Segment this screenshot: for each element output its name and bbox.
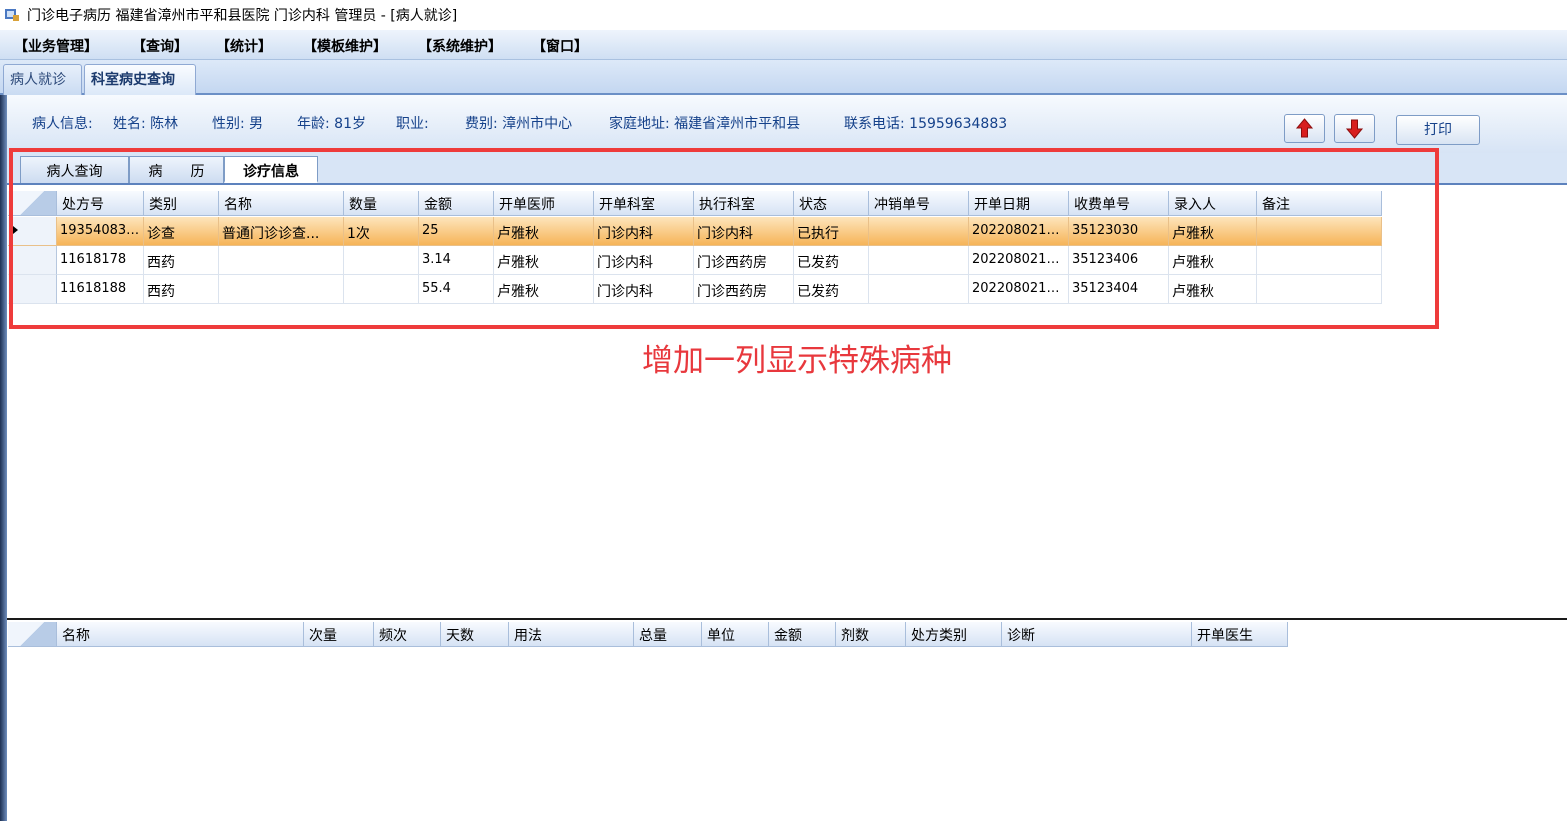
patient-info-panel: 病人信息: 姓名: 陈林 性别: 男 年龄: 81岁 职业: 费别: 漳州市中心… bbox=[7, 95, 1567, 153]
grid2-header-4[interactable]: 用法 bbox=[509, 622, 634, 647]
grid2-header-3[interactable]: 天数 bbox=[441, 622, 509, 647]
grid2-header-11[interactable]: 开单医生 bbox=[1192, 622, 1288, 647]
up-arrow-icon bbox=[1295, 118, 1314, 138]
grid-corner[interactable] bbox=[8, 622, 57, 647]
patient-sex: 性别: 男 bbox=[212, 116, 264, 132]
grid2-header-6[interactable]: 单位 bbox=[702, 622, 769, 647]
patient-name: 姓名: 陈林 bbox=[113, 116, 179, 132]
print-button[interactable]: 打印 bbox=[1396, 115, 1480, 145]
grid2-header-9[interactable]: 处方类别 bbox=[906, 622, 1002, 647]
menu-window[interactable]: 【窗口】 bbox=[532, 36, 588, 56]
grid2-header-10[interactable]: 诊断 bbox=[1002, 622, 1192, 647]
title-bar: 门诊电子病历 福建省漳州市平和县医院 门诊内科 管理员 - [病人就诊] bbox=[0, 0, 1567, 30]
window-title: 门诊电子病历 福建省漳州市平和县医院 门诊内科 管理员 - [病人就诊] bbox=[27, 8, 458, 24]
document-tabs: 病人就诊 科室病史查询 bbox=[0, 60, 1567, 95]
menu-query[interactable]: 【查询】 bbox=[132, 36, 188, 56]
menu-statistics[interactable]: 【统计】 bbox=[216, 36, 272, 56]
annotation-text: 增加一列显示特殊病种 bbox=[642, 343, 952, 379]
down-arrow-icon bbox=[1345, 119, 1364, 139]
move-down-button[interactable] bbox=[1334, 114, 1375, 143]
left-edge bbox=[0, 95, 7, 821]
patient-age: 年龄: 81岁 bbox=[297, 116, 366, 132]
annotation-box bbox=[9, 148, 1439, 329]
grid2-header-7[interactable]: 金额 bbox=[769, 622, 836, 647]
tab-dept-history[interactable]: 科室病史查询 bbox=[84, 64, 196, 95]
patient-info-label: 病人信息: bbox=[32, 116, 93, 132]
menu-system[interactable]: 【系统维护】 bbox=[418, 36, 502, 56]
patient-address: 家庭地址: 福建省漳州市平和县 bbox=[609, 116, 801, 132]
menu-template[interactable]: 【模板维护】 bbox=[303, 36, 387, 56]
tab-patient-visit[interactable]: 病人就诊 bbox=[3, 64, 82, 95]
grid2-header-0[interactable]: 名称 bbox=[57, 622, 304, 647]
splitter[interactable] bbox=[7, 618, 1567, 620]
grid2-header-5[interactable]: 总量 bbox=[634, 622, 702, 647]
menu-bar: 【业务管理】 【查询】 【统计】 【模板维护】 【系统维护】 【窗口】 bbox=[0, 30, 1567, 60]
move-up-button[interactable] bbox=[1284, 114, 1325, 143]
grid2-header-8[interactable]: 剂数 bbox=[836, 622, 906, 647]
app-icon bbox=[5, 9, 19, 21]
menu-business[interactable]: 【业务管理】 bbox=[14, 36, 98, 56]
patient-occupation: 职业: bbox=[396, 116, 429, 132]
grid2-header-1[interactable]: 次量 bbox=[304, 622, 374, 647]
grid2-header-2[interactable]: 频次 bbox=[374, 622, 441, 647]
patient-phone: 联系电话: 15959634883 bbox=[844, 116, 1008, 132]
patient-fee-type: 费别: 漳州市中心 bbox=[465, 116, 573, 132]
main-window: 门诊电子病历 福建省漳州市平和县医院 门诊内科 管理员 - [病人就诊] 【业务… bbox=[0, 0, 1567, 821]
